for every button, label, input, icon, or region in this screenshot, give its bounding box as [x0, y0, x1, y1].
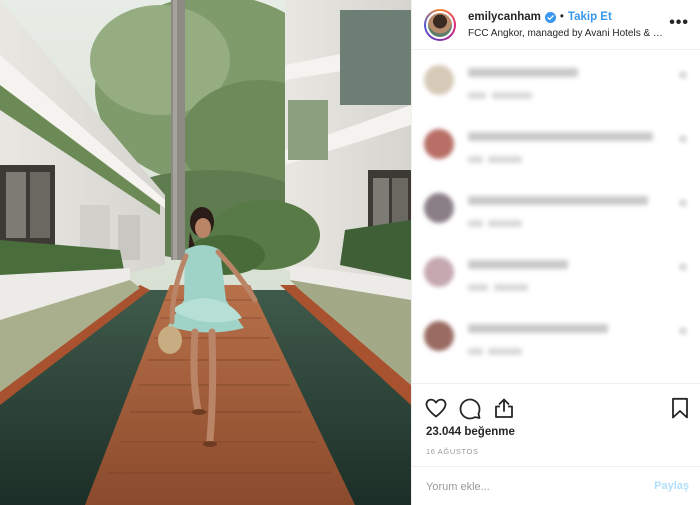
post-side-panel: emilycanham • Takip Et FCC Angkor, manag… [411, 0, 700, 505]
post-photo-illustration [0, 0, 411, 505]
comment-item [412, 248, 700, 298]
post-actions: 23.044 beğenme 16 AĞUSTOS [412, 383, 700, 465]
comment-avatar[interactable] [424, 257, 454, 287]
post-comment-button[interactable]: Paylaş [654, 480, 689, 492]
comment-item [412, 312, 700, 362]
comment-avatar[interactable] [424, 321, 454, 351]
verified-badge-icon [544, 11, 556, 23]
comment-meta-blurred [468, 156, 483, 163]
likes-count[interactable]: 23.044 beğenme [426, 426, 515, 438]
comment-like-icon[interactable] [679, 135, 687, 143]
comment-meta-blurred [488, 348, 522, 355]
username-link[interactable]: emilycanham [468, 11, 541, 23]
comment-meta-blurred [468, 220, 483, 227]
share-icon[interactable] [492, 396, 516, 420]
comment-avatar[interactable] [424, 129, 454, 159]
comment-text-blurred [468, 324, 608, 333]
post-date[interactable]: 16 AĞUSTOS [426, 447, 479, 456]
add-comment-bar: Paylaş [412, 466, 700, 505]
comments-list[interactable] [412, 50, 700, 382]
comment-like-icon[interactable] [679, 199, 687, 207]
comment-meta-blurred [494, 284, 528, 291]
comment-meta-blurred [468, 348, 483, 355]
comment-meta-blurred [468, 284, 488, 291]
comment-like-icon[interactable] [679, 327, 687, 335]
comment-item [412, 120, 700, 170]
follow-button[interactable]: Takip Et [568, 11, 612, 23]
post-photo[interactable] [0, 0, 411, 505]
comment-icon[interactable] [458, 396, 482, 420]
comment-meta-blurred [488, 220, 522, 227]
comment-meta-blurred [488, 156, 522, 163]
comment-meta-blurred [468, 92, 486, 99]
comment-text-blurred [468, 132, 653, 141]
comment-like-icon[interactable] [679, 71, 687, 79]
heart-icon[interactable] [424, 396, 448, 420]
comment-text-blurred [468, 260, 568, 269]
comment-avatar[interactable] [424, 193, 454, 223]
instagram-post: emilycanham • Takip Et FCC Angkor, manag… [0, 0, 700, 505]
separator-dot: • [559, 11, 564, 23]
avatar[interactable] [424, 9, 456, 41]
post-header: emilycanham • Takip Et FCC Angkor, manag… [412, 0, 700, 50]
bookmark-icon[interactable] [668, 396, 692, 420]
comment-avatar[interactable] [424, 65, 454, 95]
avatar-image [426, 11, 454, 39]
comment-meta-blurred [492, 92, 532, 99]
comment-like-icon[interactable] [679, 263, 687, 271]
user-line: emilycanham • Takip Et [468, 11, 612, 23]
comment-item [412, 56, 700, 106]
comment-text-blurred [468, 196, 648, 205]
comment-item [412, 184, 700, 234]
comment-text-blurred [468, 68, 578, 77]
location-link[interactable]: FCC Angkor, managed by Avani Hotels & Re… [468, 28, 668, 39]
more-options-icon[interactable]: ••• [669, 14, 689, 32]
comment-input[interactable] [426, 477, 636, 497]
